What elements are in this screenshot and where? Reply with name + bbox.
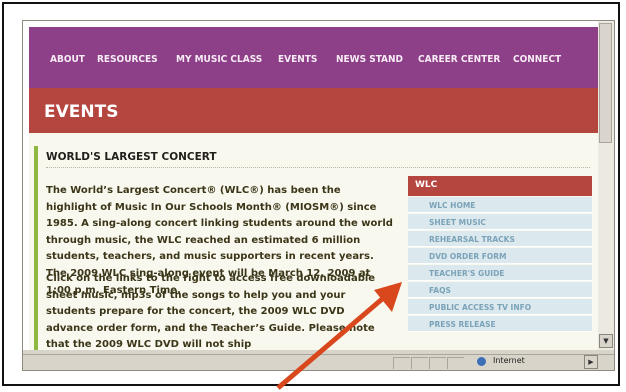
wlc-link-teachers-guide[interactable]: TEACHER'S GUIDE xyxy=(408,265,592,281)
nav-item-about[interactable]: ABOUT xyxy=(50,54,85,65)
wlc-link-press-release[interactable]: PRESS RELEASE xyxy=(408,316,592,332)
scroll-right-icon[interactable]: ▶ xyxy=(584,355,598,369)
wlc-link-public-access-tv[interactable]: PUBLIC ACCESS TV INFO xyxy=(408,299,592,315)
wlc-link-dvd-order-form[interactable]: DVD ORDER FORM xyxy=(408,248,592,264)
status-segment xyxy=(447,357,464,369)
main-nav: ABOUT RESOURCES MY MUSIC CLASS EVENTS NE… xyxy=(29,27,598,88)
wlc-link-faqs[interactable]: FAQS xyxy=(408,282,592,298)
accent-bar xyxy=(34,146,38,350)
wlc-link-home[interactable]: WLC HOME xyxy=(408,197,592,213)
wlc-sidebar: WLC WLC HOME SHEET MUSIC REHEARSAL TRACK… xyxy=(408,176,592,338)
scroll-thumb[interactable] xyxy=(599,23,612,143)
page-title: EVENTS xyxy=(44,102,119,122)
nav-item-resources[interactable]: RESOURCES xyxy=(97,54,158,65)
scroll-down-icon[interactable]: ▼ xyxy=(599,334,613,348)
internet-zone-icon xyxy=(477,357,486,366)
status-segment xyxy=(429,357,446,369)
vertical-scrollbar[interactable]: ▼ xyxy=(598,21,614,350)
nav-item-news-stand[interactable]: NEWS STAND xyxy=(336,54,403,65)
annotation-arrow-icon xyxy=(276,282,402,390)
wlc-link-rehearsal-tracks[interactable]: REHEARSAL TRACKS xyxy=(408,231,592,247)
status-zone-label: Internet xyxy=(493,356,525,365)
nav-item-events[interactable]: EVENTS xyxy=(278,54,317,65)
nav-item-my-music-class[interactable]: MY MUSIC CLASS xyxy=(176,54,262,65)
wlc-heading: WLC xyxy=(408,176,592,196)
nav-item-career-center[interactable]: CAREER CENTER xyxy=(418,54,500,65)
nav-item-connect[interactable]: CONNECT xyxy=(513,54,561,65)
section-title: WORLD'S LARGEST CONCERT xyxy=(46,151,217,163)
page-title-band: EVENTS xyxy=(29,88,598,133)
wlc-link-sheet-music[interactable]: SHEET MUSIC xyxy=(408,214,592,230)
dotted-divider xyxy=(46,167,590,168)
